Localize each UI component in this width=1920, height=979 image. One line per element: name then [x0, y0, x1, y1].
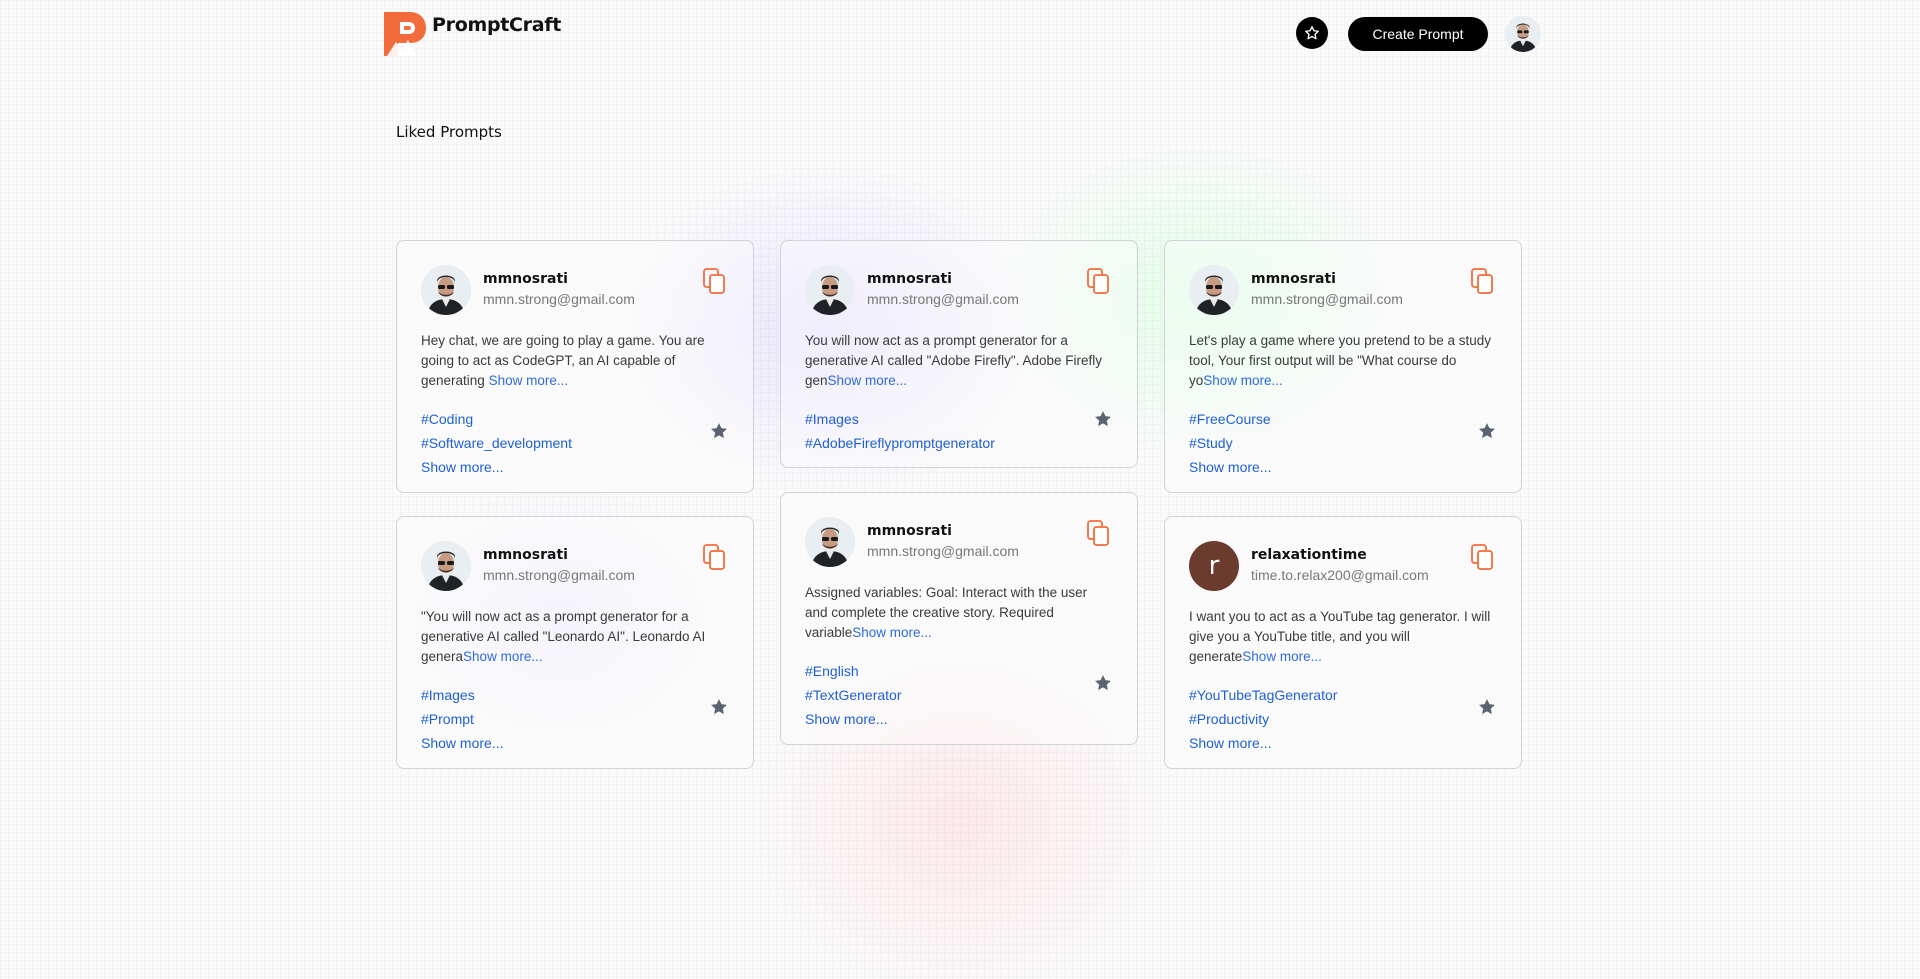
prompt-text: Let's play a game where you pretend to b…: [1189, 331, 1497, 391]
show-more-inline-link[interactable]: Show more...: [852, 625, 932, 640]
prompt-text: I want you to act as a YouTube tag gener…: [1189, 607, 1497, 667]
card-header: mmnosrati mmn.strong@gmail.com: [805, 517, 1113, 569]
tag-link[interactable]: #Coding: [421, 407, 729, 431]
tag-link[interactable]: #YouTubeTagGenerator: [1189, 683, 1497, 707]
tag-link[interactable]: #Images: [421, 683, 729, 707]
tag-link[interactable]: #AdobeFireflypromptgenerator: [805, 431, 1113, 455]
author-avatar[interactable]: [805, 517, 855, 567]
author-email: mmn.strong@gmail.com: [867, 543, 1019, 559]
user-avatar[interactable]: [1505, 16, 1541, 52]
author-email: time.to.relax200@gmail.com: [1251, 567, 1429, 583]
show-more-inline-link[interactable]: Show more...: [489, 373, 569, 388]
author-username[interactable]: mmnosrati: [483, 547, 568, 563]
show-more-link[interactable]: Show more...: [805, 707, 1113, 731]
star-filled-icon[interactable]: [709, 421, 729, 441]
star-outline-icon: [1305, 26, 1319, 40]
copy-icon[interactable]: [1085, 519, 1111, 547]
prompt-snippet: I want you to act as a YouTube tag gener…: [1189, 609, 1491, 664]
tag-link[interactable]: #FreeCourse: [1189, 407, 1497, 431]
card-header: mmnosrati mmn.strong@gmail.com: [421, 265, 729, 317]
show-more-inline-link[interactable]: Show more...: [828, 373, 908, 388]
copy-icon[interactable]: [1085, 267, 1111, 295]
favorites-button[interactable]: [1296, 17, 1328, 49]
copy-icon[interactable]: [701, 267, 727, 295]
author-email: mmn.strong@gmail.com: [867, 291, 1019, 307]
show-more-link[interactable]: Show more...: [1189, 455, 1497, 479]
promptcraft-logo[interactable]: [384, 12, 426, 56]
prompt-text: You will now act as a prompt generator f…: [805, 331, 1113, 391]
prompt-text: "You will now act as a prompt generator …: [421, 607, 729, 667]
prompt-card: mmnosrati mmn.strong@gmail.com "You will…: [396, 516, 754, 769]
show-more-inline-link[interactable]: Show more...: [1242, 649, 1322, 664]
copy-icon[interactable]: [1469, 543, 1495, 571]
show-more-link[interactable]: Show more...: [421, 455, 729, 479]
author-username[interactable]: relaxationtime: [1251, 547, 1367, 563]
author-email: mmn.strong@gmail.com: [483, 291, 635, 307]
star-filled-icon[interactable]: [1477, 697, 1497, 717]
prompt-card: mmnosrati mmn.strong@gmail.com Hey chat,…: [396, 240, 754, 493]
tag-list: #YouTubeTagGenerator #Productivity Show …: [1189, 683, 1497, 755]
tag-link[interactable]: #TextGenerator: [805, 683, 1113, 707]
card-header: mmnosrati mmn.strong@gmail.com: [1189, 265, 1497, 317]
prompt-card: mmnosrati mmn.strong@gmail.com Assigned …: [780, 492, 1138, 745]
prompt-text: Assigned variables: Goal: Interact with …: [805, 583, 1113, 643]
show-more-inline-link[interactable]: Show more...: [1203, 373, 1283, 388]
card-header: r relaxationtime time.to.relax200@gmail.…: [1189, 541, 1497, 593]
author-username[interactable]: mmnosrati: [1251, 271, 1336, 287]
star-filled-icon[interactable]: [1477, 421, 1497, 441]
tag-list: #Images #AdobeFireflypromptgenerator: [805, 407, 1113, 455]
star-filled-icon[interactable]: [1093, 409, 1113, 429]
prompt-card: mmnosrati mmn.strong@gmail.com Let's pla…: [1164, 240, 1522, 493]
tag-link[interactable]: #Software_development: [421, 431, 729, 455]
tag-link[interactable]: #Study: [1189, 431, 1497, 455]
star-filled-icon[interactable]: [1093, 673, 1113, 693]
copy-icon[interactable]: [1469, 267, 1495, 295]
prompt-card: r relaxationtime time.to.relax200@gmail.…: [1164, 516, 1522, 769]
author-avatar[interactable]: [421, 265, 471, 315]
author-username[interactable]: mmnosrati: [867, 271, 952, 287]
prompt-card: mmnosrati mmn.strong@gmail.com You will …: [780, 240, 1138, 468]
tag-link[interactable]: #Prompt: [421, 707, 729, 731]
copy-icon[interactable]: [701, 543, 727, 571]
page-title: Liked Prompts: [396, 123, 502, 141]
brand-name[interactable]: PromptCraft: [432, 14, 561, 36]
tag-list: #FreeCourse #Study Show more...: [1189, 407, 1497, 479]
author-avatar[interactable]: r: [1189, 541, 1239, 591]
tag-link[interactable]: #English: [805, 659, 1113, 683]
prompt-snippet: Assigned variables: Goal: Interact with …: [805, 585, 1088, 640]
top-nav: PromptCraft Create Prompt: [384, 12, 1541, 56]
author-username[interactable]: mmnosrati: [483, 271, 568, 287]
card-header: mmnosrati mmn.strong@gmail.com: [805, 265, 1113, 317]
tag-list: #English #TextGenerator Show more...: [805, 659, 1113, 731]
show-more-inline-link[interactable]: Show more...: [463, 649, 543, 664]
show-more-link[interactable]: Show more...: [421, 731, 729, 755]
create-prompt-button[interactable]: Create Prompt: [1348, 17, 1488, 51]
show-more-link[interactable]: Show more...: [1189, 731, 1497, 755]
tag-link[interactable]: #Images: [805, 407, 1113, 431]
tag-list: #Images #Prompt Show more...: [421, 683, 729, 755]
author-username[interactable]: mmnosrati: [867, 523, 952, 539]
prompt-text: Hey chat, we are going to play a game. Y…: [421, 331, 729, 391]
star-filled-icon[interactable]: [709, 697, 729, 717]
tag-list: #Coding #Software_development Show more.…: [421, 407, 729, 479]
author-email: mmn.strong@gmail.com: [1251, 291, 1403, 307]
background-grid: [0, 0, 1920, 979]
author-avatar[interactable]: [421, 541, 471, 591]
author-avatar[interactable]: [1189, 265, 1239, 315]
author-avatar[interactable]: [805, 265, 855, 315]
card-header: mmnosrati mmn.strong@gmail.com: [421, 541, 729, 593]
author-email: mmn.strong@gmail.com: [483, 567, 635, 583]
tag-link[interactable]: #Productivity: [1189, 707, 1497, 731]
